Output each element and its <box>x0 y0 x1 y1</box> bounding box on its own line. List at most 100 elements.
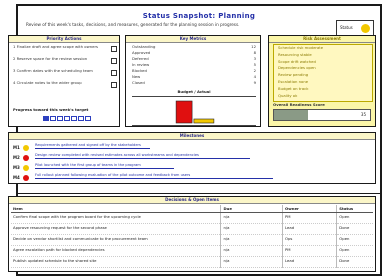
assessment-line: Scope drift watched <box>278 58 316 64</box>
readiness-value: 35 <box>360 112 366 117</box>
progress-caption: Progress toward this week's target <box>13 107 89 112</box>
panel-title: Key Metrics <box>126 36 260 43</box>
progress-block <box>50 116 56 121</box>
milestone-bar <box>35 178 273 179</box>
table-cell: Done <box>336 223 373 235</box>
list-item: 2 Reserve space for the review session <box>13 56 117 68</box>
milestone-text: Requirements gathered and signed off by … <box>35 143 141 147</box>
assessment-line: Review pending <box>278 72 309 78</box>
assessment-notes: Schedule risk moderate Resourcing stable S… <box>273 44 373 102</box>
checkbox-icon[interactable] <box>111 82 117 88</box>
table-cell: Lead <box>281 223 337 235</box>
table-cell: Confirm final scope with the program boa… <box>11 212 221 224</box>
status-label: Status <box>340 25 353 30</box>
milestone-bar <box>35 158 250 159</box>
panel-title: Milestones <box>9 133 375 140</box>
assessment-line: Quality ok <box>278 92 298 98</box>
key-metrics-panel: Key Metrics Outstanding Approved Deferred I… <box>125 35 261 127</box>
table-row[interactable]: Agree escalation path for blocked depend… <box>11 245 373 257</box>
milestone-row: M1 Requirements gathered and signed off b… <box>13 143 373 153</box>
table-cell: Done <box>336 256 373 268</box>
risk-assessment-panel: Risk Assessment Schedule risk moderate Re… <box>268 35 376 127</box>
table-cell: PM <box>281 212 337 224</box>
milestone-text: Pilot launched with the first group of t… <box>35 163 141 167</box>
table-cell: Open <box>336 245 373 257</box>
progress-blocks <box>43 116 91 122</box>
table-cell: Agree escalation path for blocked depend… <box>11 245 221 257</box>
milestone-bar <box>35 148 150 149</box>
progress-block <box>57 116 63 121</box>
table-row[interactable]: Publish updated schedule to the shared s… <box>11 256 373 268</box>
checkbox-icon[interactable] <box>111 46 117 52</box>
table-cell: n/a <box>220 212 283 224</box>
progress-block <box>78 116 84 121</box>
list-item: 3 Confirm dates with the scheduling team <box>13 68 117 80</box>
milestone-tag: M3 <box>13 165 20 170</box>
status-indicator[interactable]: Status <box>336 20 374 36</box>
checkbox-icon[interactable] <box>111 70 117 76</box>
readiness-label: Overall Readiness Score <box>273 102 325 107</box>
page-title: Status Snapshot: Planning <box>142 12 256 20</box>
column-header[interactable]: Due <box>220 205 283 213</box>
table-cell: Approve resourcing request for the secon… <box>11 223 221 235</box>
column-header[interactable]: Status <box>336 205 373 213</box>
milestone-tag: M2 <box>13 155 20 160</box>
metric-label: Closed <box>132 80 145 85</box>
task-label: 2 Reserve space for the review session <box>13 56 88 61</box>
milestone-row: M2 Design review completed with revised e… <box>13 153 373 163</box>
list-item: 4 Circulate notes to the wider group <box>13 80 117 92</box>
status-dot-icon <box>361 24 370 33</box>
table-row[interactable]: Decide on vendor shortlist and communica… <box>11 234 373 246</box>
progress-block <box>71 116 77 121</box>
panel-title: Risk Assessment <box>269 36 375 43</box>
table-cell: Publish updated schedule to the shared s… <box>11 256 221 268</box>
task-label: 3 Confirm dates with the scheduling team <box>13 68 93 73</box>
readiness-meter: 35 <box>273 109 371 121</box>
task-label: 4 Circulate notes to the wider group <box>13 80 82 85</box>
milestone-bar <box>35 168 174 169</box>
milestone-status-icon <box>23 175 29 181</box>
assessment-line: Schedule risk moderate <box>278 45 324 50</box>
task-label: 1 Finalize draft and agree scope with ow… <box>13 44 98 49</box>
milestone-row: M4 Full rollout planned following evaluat… <box>13 173 373 183</box>
assessment-line: Budget on track <box>278 85 309 91</box>
table-cell: Open <box>336 212 373 224</box>
progress-block <box>85 116 91 121</box>
table-cell: PM <box>281 245 337 257</box>
assessment-line: Dependencies open <box>278 65 316 71</box>
milestone-text: Design review completed with revised est… <box>35 153 199 157</box>
milestone-status-icon <box>23 165 29 171</box>
milestone-tag: M4 <box>13 175 20 180</box>
table-cell: Ops <box>281 234 337 246</box>
decisions-table: Item Due Owner Status Confirm final scope w… <box>11 205 373 268</box>
milestone-status-icon <box>23 145 29 151</box>
table-cell: n/a <box>220 223 283 235</box>
milestone-row: M3 Pilot launched with the first group of… <box>13 163 373 173</box>
table-cell: Lead <box>281 256 337 268</box>
bar-budget <box>175 100 193 124</box>
progress-block <box>43 116 49 121</box>
page-subtitle: Review of this week's tasks, decisions, … <box>26 22 240 27</box>
milestone-tag: M1 <box>13 145 20 150</box>
bar-actual <box>193 118 215 124</box>
table-row[interactable]: Confirm final scope with the program boa… <box>11 212 373 224</box>
progress-block <box>64 116 70 121</box>
table-cell: n/a <box>220 245 283 257</box>
decisions-panel: Decisions & Open Items Item Due Owner Statu… <box>8 196 376 272</box>
table-cell: Open <box>336 234 373 246</box>
metric-value: 9 <box>253 80 256 85</box>
table-cell: Decide on vendor shortlist and communica… <box>11 234 221 246</box>
column-header[interactable]: Item <box>11 205 221 213</box>
milestones-panel: Milestones M1 Requirements gathered and s… <box>8 132 376 184</box>
budget-chart <box>132 96 256 126</box>
panel-title: Priority Actions <box>9 36 119 43</box>
column-header[interactable]: Owner <box>281 205 337 213</box>
readiness-meter-fill <box>274 110 308 120</box>
priority-actions-panel: Priority Actions 1 Finalize draft and ag… <box>8 35 120 127</box>
assessment-line: Escalation none <box>278 78 309 84</box>
list-item: 1 Finalize draft and agree scope with ow… <box>13 44 117 56</box>
panel-title: Decisions & Open Items <box>9 197 375 204</box>
checkbox-icon[interactable] <box>111 58 117 64</box>
table-cell: n/a <box>220 256 283 268</box>
table-row[interactable]: Approve resourcing request for the secon… <box>11 223 373 235</box>
